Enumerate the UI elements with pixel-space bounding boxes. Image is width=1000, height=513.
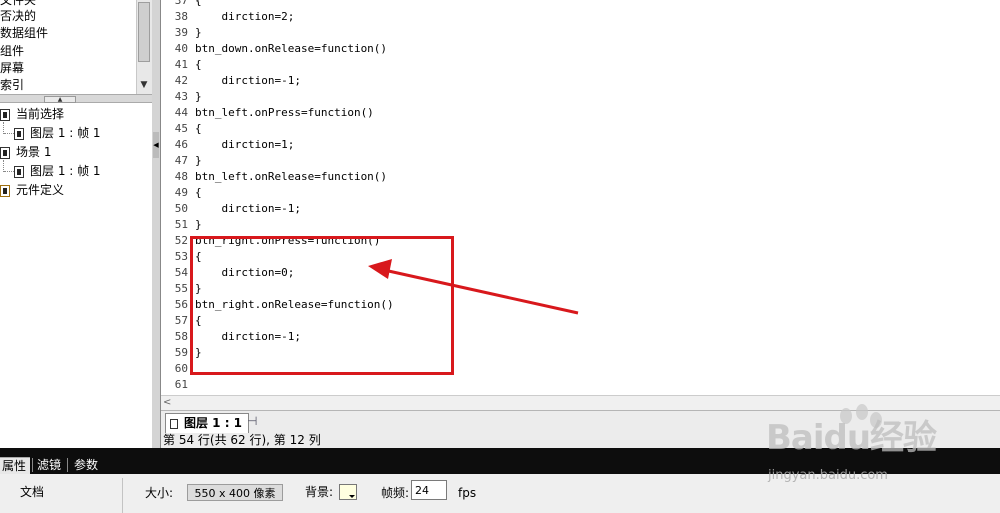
- baidu-watermark: Baidu经验 jingyan.baidu.com: [766, 402, 998, 492]
- watermark-logo-text: Baidu经验: [766, 418, 937, 458]
- code-line[interactable]: }: [195, 153, 202, 169]
- line-number: 44: [174, 106, 188, 119]
- tab-parameters[interactable]: 参数: [74, 457, 98, 474]
- line-number: 39: [174, 26, 188, 39]
- background-color-swatch[interactable]: [339, 484, 357, 500]
- scene-icon: [0, 146, 10, 159]
- code-line[interactable]: dirction=2;: [195, 9, 294, 25]
- line-number: 61: [174, 378, 188, 391]
- line-number-gutter: 37 38 39 40 41 42 43 44 45 46 47 48 49 50 51 52 53 54 55 56…: [161, 0, 189, 395]
- line-number: 43: [174, 90, 188, 103]
- highlight-box: [190, 236, 454, 375]
- line-number: 41: [174, 58, 188, 71]
- tree-item-symbol-definitions[interactable]: 元件定义: [0, 181, 64, 199]
- line-number: 55: [174, 282, 188, 295]
- line-number: 42: [174, 74, 188, 87]
- divider: [67, 458, 68, 472]
- line-number: 60: [174, 362, 188, 375]
- document-icon: [170, 418, 178, 429]
- tree-item-scene[interactable]: 场景 1: [0, 143, 51, 161]
- line-number: 49: [174, 186, 188, 199]
- code-line[interactable]: dirction=1;: [195, 137, 294, 153]
- library-item[interactable]: 否决的: [0, 8, 36, 25]
- cursor-position: 第 54 行(共 62 行), 第 12 列: [163, 433, 321, 447]
- frame-icon: [14, 127, 24, 140]
- line-number: 48: [174, 170, 188, 183]
- background-label: 背景:: [305, 485, 334, 499]
- line-number: 37: [174, 0, 188, 7]
- tree-item-label: 当前选择: [16, 107, 65, 121]
- divider: [122, 478, 123, 513]
- frame-icon: [14, 165, 24, 178]
- frame-rate-input[interactable]: 24: [411, 480, 447, 500]
- line-number: 46: [174, 138, 188, 151]
- code-line[interactable]: }: [195, 25, 202, 41]
- tree-item-layer-frame[interactable]: 图层 1 : 帧 1: [14, 162, 101, 180]
- document-icon: [0, 108, 10, 121]
- tree-item-layer-frame[interactable]: 图层 1 : 帧 1: [14, 124, 101, 142]
- code-line[interactable]: }: [195, 89, 202, 105]
- line-number: 57: [174, 314, 188, 327]
- fps-unit-label: fps: [458, 486, 477, 500]
- line-number: 47: [174, 154, 188, 167]
- size-label: 大小:: [145, 486, 174, 500]
- line-number: 58: [174, 330, 188, 343]
- tree-item-label: 图层 1 : 帧 1: [30, 126, 101, 140]
- tree-item-label: 场景 1: [16, 145, 52, 159]
- divider: [32, 458, 33, 472]
- document-label: 文档: [20, 485, 45, 499]
- collapse-left-icon[interactable]: ◀: [153, 132, 159, 158]
- code-line[interactable]: dirction=-1;: [195, 201, 300, 217]
- library-item[interactable]: 屏幕: [0, 60, 24, 77]
- library-item[interactable]: 索引: [0, 77, 24, 94]
- tree-item-label: 元件定义: [16, 183, 65, 197]
- panel-splitter[interactable]: ▲: [0, 94, 152, 103]
- line-number: 40: [174, 42, 188, 55]
- tree-item-label: 图层 1 : 帧 1: [30, 164, 101, 178]
- library-item[interactable]: 组件: [0, 43, 24, 60]
- splitter-grip-icon[interactable]: ▲: [44, 96, 76, 103]
- scroll-down-icon[interactable]: ▼: [138, 78, 150, 92]
- scroll-left-icon[interactable]: <: [163, 396, 171, 410]
- code-line[interactable]: {: [195, 121, 202, 137]
- line-number: 51: [174, 218, 188, 231]
- code-line[interactable]: }: [195, 217, 202, 233]
- library-item[interactable]: 数据组件: [0, 25, 48, 42]
- line-number: 38: [174, 10, 188, 23]
- code-line[interactable]: btn_left.onPress=function(): [195, 105, 374, 121]
- tree-connector: [4, 133, 14, 134]
- line-number: 50: [174, 202, 188, 215]
- code-line[interactable]: dirction=-1;: [195, 73, 300, 89]
- line-number: 52: [174, 234, 188, 247]
- tab-filters[interactable]: 滤镜: [37, 457, 61, 474]
- line-number: 59: [174, 346, 188, 359]
- line-number: 53: [174, 250, 188, 263]
- tab-layer-frame[interactable]: 图层 1 : 1: [165, 413, 250, 434]
- vertical-splitter[interactable]: ◀: [152, 0, 161, 448]
- scrollbar-thumb[interactable]: [138, 2, 150, 62]
- line-number: 56: [174, 298, 188, 311]
- left-panel: 文件夹 否决的 数据组件 组件 屏幕 索引 ▼ ▲ 当前选择 图层 1 : 帧 …: [0, 0, 153, 448]
- tree-connector: [4, 171, 14, 172]
- frame-rate-label: 帧频:: [381, 486, 410, 500]
- code-line[interactable]: {: [195, 57, 202, 73]
- library-list: 文件夹 否决的 数据组件 组件 屏幕 索引: [0, 0, 136, 94]
- library-scrollbar[interactable]: ▼: [136, 0, 152, 94]
- tab-label: 图层 1 : 1: [184, 416, 243, 430]
- line-number: 45: [174, 122, 188, 135]
- code-line[interactable]: {: [195, 185, 202, 201]
- code-line[interactable]: {: [195, 0, 202, 9]
- code-line[interactable]: btn_left.onRelease=function(): [195, 169, 387, 185]
- tree-item-current-selection[interactable]: 当前选择: [0, 105, 64, 123]
- code-line[interactable]: btn_down.onRelease=function(): [195, 41, 387, 57]
- line-number: 54: [174, 266, 188, 279]
- watermark-url: jingyan.baidu.com: [768, 468, 888, 483]
- symbol-icon: [0, 184, 10, 197]
- tab-properties[interactable]: 属性: [0, 457, 30, 475]
- pin-icon[interactable]: ⊣: [247, 414, 257, 428]
- document-size-button[interactable]: 550 x 400 像素: [187, 484, 283, 501]
